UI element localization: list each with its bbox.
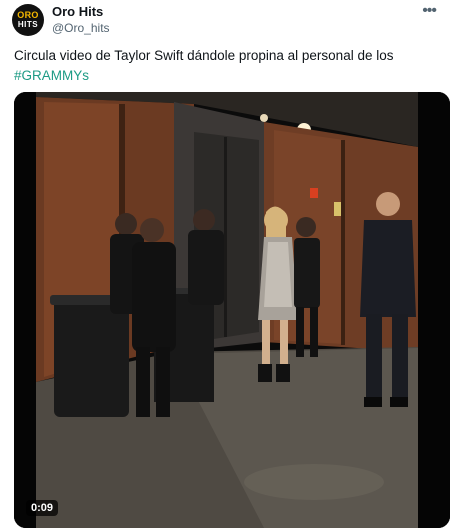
display-name[interactable]: Oro Hits bbox=[52, 4, 110, 20]
author-info: Oro Hits @Oro_hits bbox=[52, 4, 110, 36]
avatar-text-top: ORO bbox=[17, 10, 39, 20]
tweet-body: Circula video de Taylor Swift dándole pr… bbox=[14, 48, 394, 63]
user-handle[interactable]: @Oro_hits bbox=[52, 20, 110, 36]
avatar-text-bottom: HITS bbox=[17, 20, 39, 29]
avatar[interactable]: ORO HITS bbox=[12, 4, 44, 36]
more-options-icon[interactable]: ••• bbox=[422, 2, 437, 20]
video-duration: 0:09 bbox=[26, 500, 59, 516]
video-player[interactable]: 0:09 bbox=[14, 92, 450, 528]
hashtag-link[interactable]: #GRAMMYs bbox=[14, 68, 89, 83]
tweet: ORO HITS Oro Hits @Oro_hits ••• Circula … bbox=[0, 0, 450, 532]
tweet-text: Circula video de Taylor Swift dándole pr… bbox=[14, 46, 434, 86]
video-frame bbox=[14, 92, 450, 528]
